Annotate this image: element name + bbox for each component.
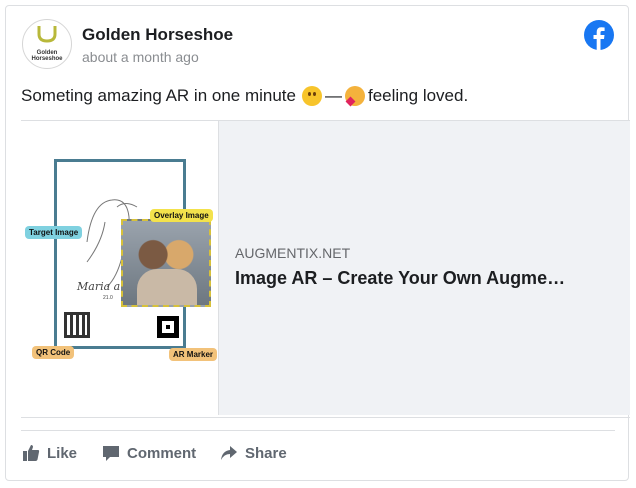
poster-script-name: Maria an	[77, 280, 128, 293]
ar-marker-tag: AR Marker	[169, 348, 218, 361]
smiling-face-with-hearts-icon	[345, 86, 365, 107]
post-text-dash: —	[325, 86, 342, 105]
page-name[interactable]: Golden Horseshoe	[82, 25, 233, 45]
like-label: Like	[47, 444, 78, 462]
link-preview-image[interactable]: Maria an 21.0 Target Image Overlay Image…	[21, 121, 218, 415]
thumbs-up-icon	[23, 445, 40, 461]
horseshoe-icon	[37, 26, 57, 43]
couple-figure	[137, 269, 197, 305]
share-arrow-icon	[221, 446, 237, 460]
comment-icon	[103, 446, 119, 461]
ar-marker	[157, 316, 179, 338]
actions-divider	[21, 430, 615, 431]
like-button[interactable]: Like	[22, 444, 77, 462]
smiling-face-icon	[302, 86, 322, 106]
qr-code	[64, 312, 90, 338]
comment-label: Comment	[127, 444, 197, 462]
share-label: Share	[245, 444, 287, 462]
post-card: Golden Horseshoe Golden Horseshoe about …	[5, 5, 630, 481]
link-preview-info[interactable]: AUGMENTIX.NET Image AR – Create Your Own…	[218, 121, 630, 415]
feeling-text: feeling loved.	[368, 86, 469, 105]
post-text: Someting amazing AR in one minute — feel…	[21, 86, 469, 107]
page-avatar[interactable]: Golden Horseshoe	[22, 19, 72, 69]
share-button[interactable]: Share	[220, 444, 287, 462]
post-text-main: Someting amazing AR in one minute	[21, 86, 296, 105]
link-title[interactable]: Image AR – Create Your Own Augme…	[235, 268, 615, 289]
avatar-text: Golden Horseshoe	[31, 50, 63, 62]
link-preview[interactable]: Maria an 21.0 Target Image Overlay Image…	[21, 120, 630, 418]
overlay-image-tag: Overlay Image	[150, 209, 213, 222]
post-timestamp[interactable]: about a month ago	[82, 49, 199, 65]
link-domain: AUGMENTIX.NET	[235, 245, 351, 261]
target-image-tag: Target Image	[25, 226, 83, 239]
comment-button[interactable]: Comment	[102, 444, 196, 462]
overlay-photo	[121, 219, 211, 307]
qr-code-tag: QR Code	[32, 346, 75, 359]
poster-date: 21.0	[103, 295, 113, 301]
facebook-icon[interactable]	[584, 20, 614, 50]
